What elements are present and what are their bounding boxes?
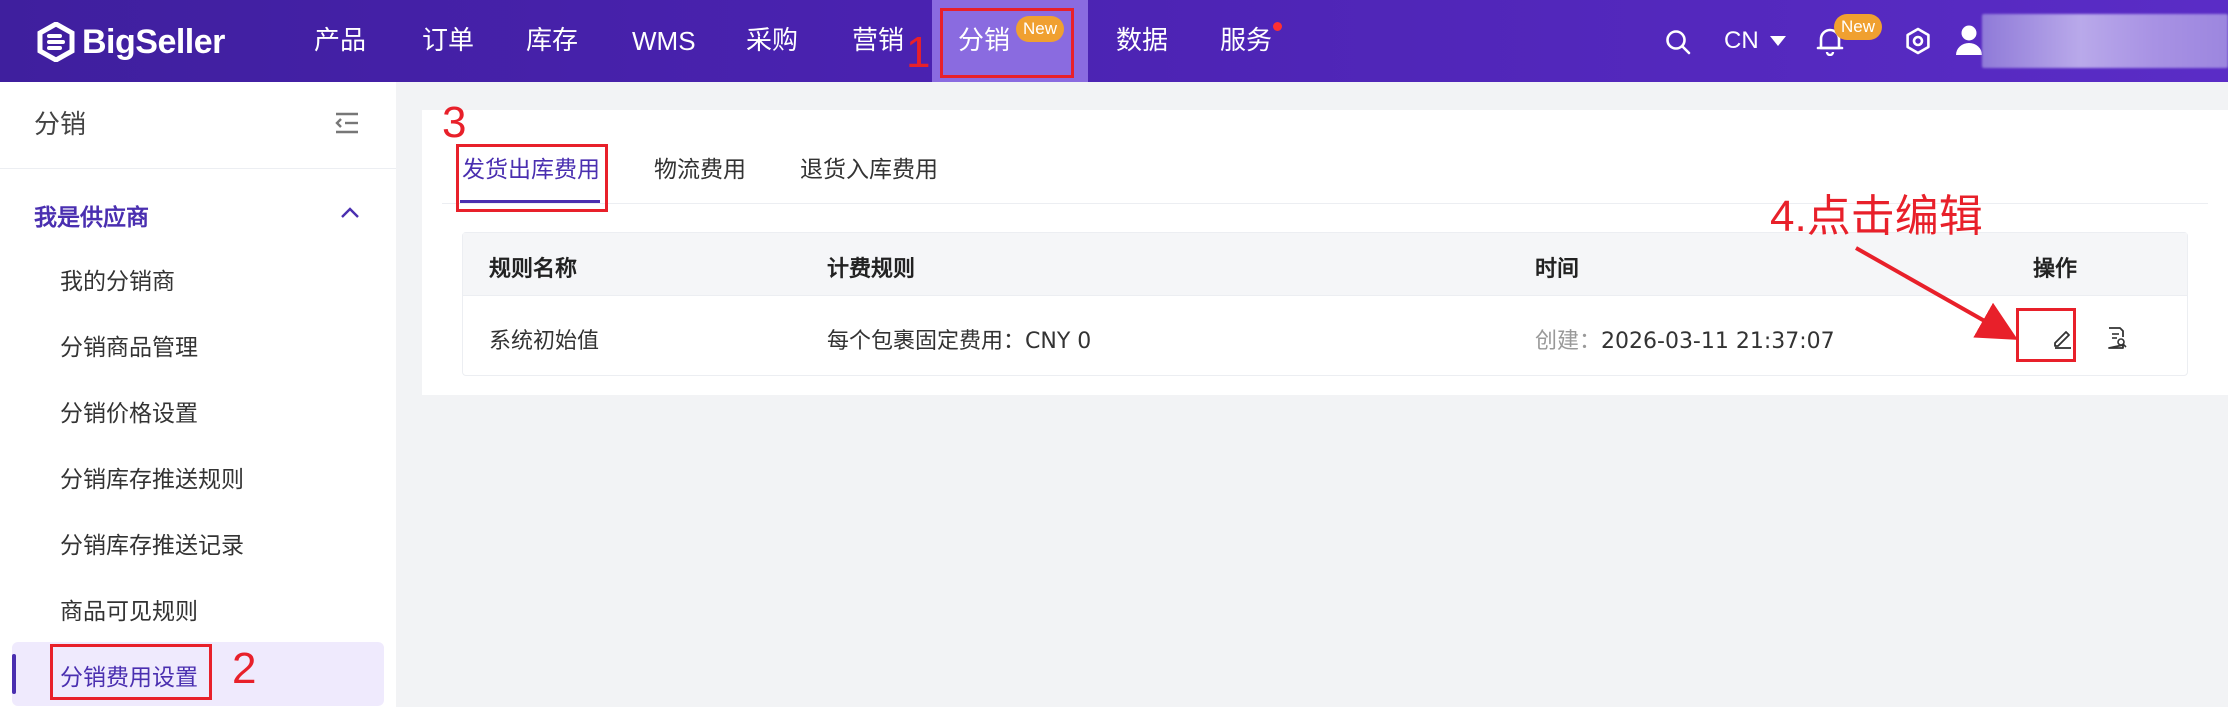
annotation-arrow-icon — [1855, 246, 2018, 340]
